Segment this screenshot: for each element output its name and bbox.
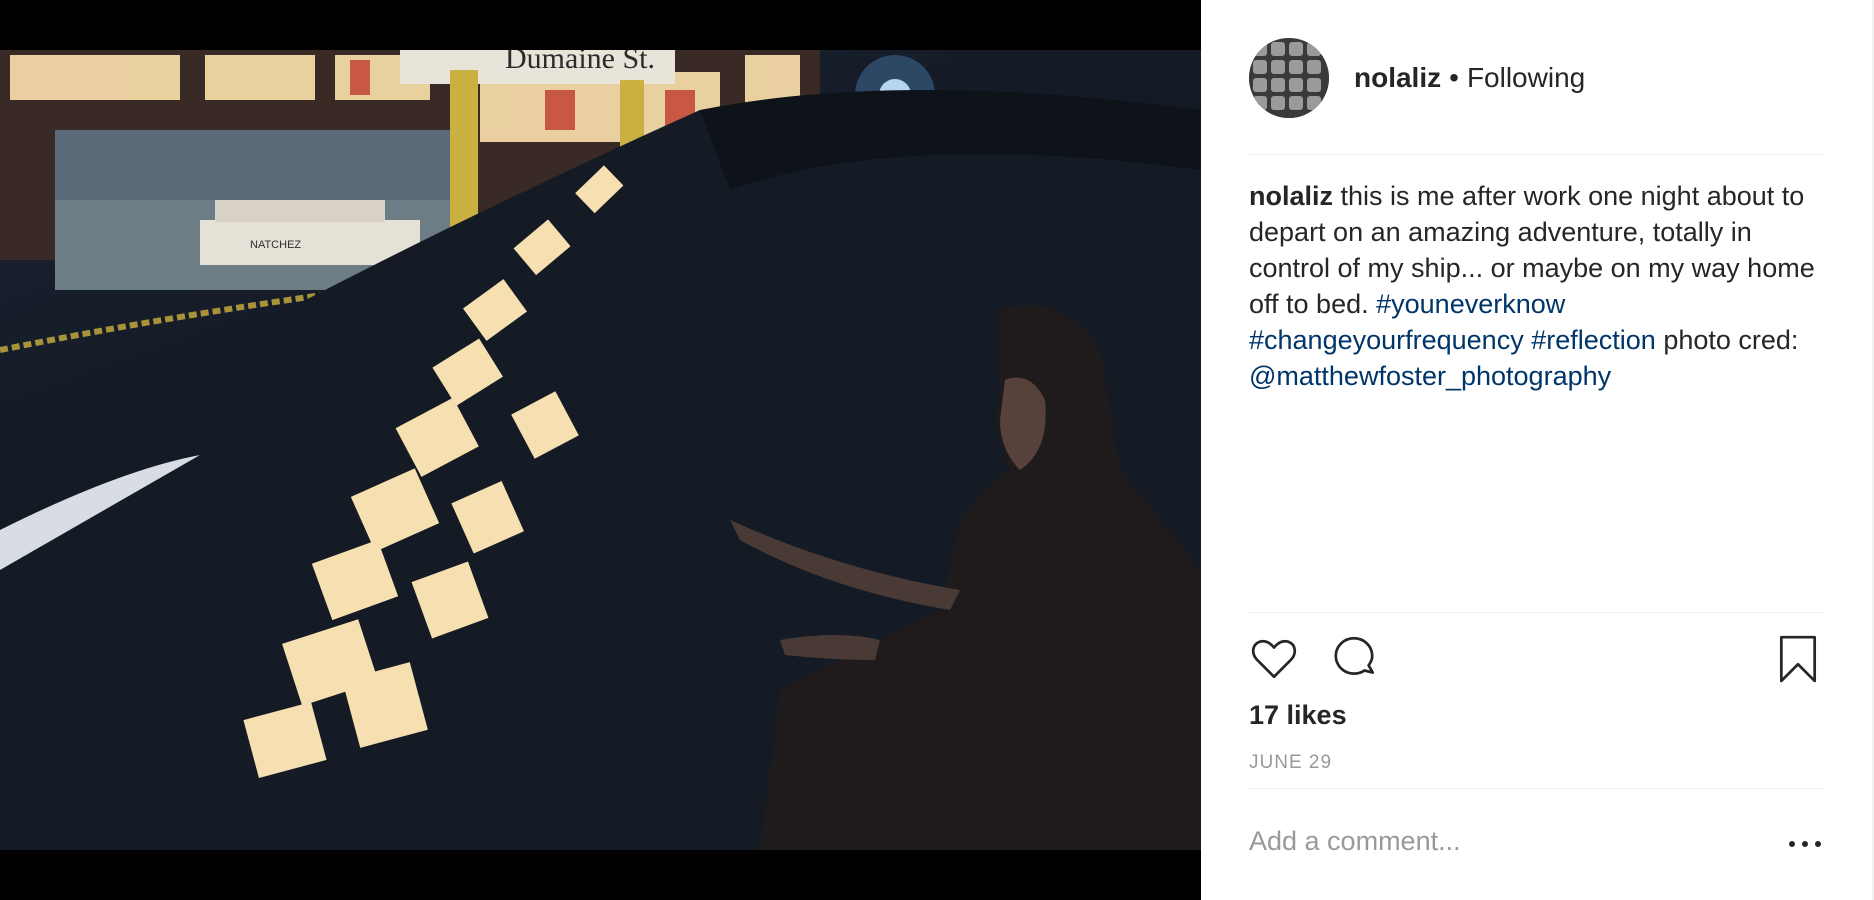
post-date[interactable]: JUNE 29 xyxy=(1249,752,1332,774)
save-button[interactable] xyxy=(1773,633,1825,685)
like-button[interactable] xyxy=(1249,633,1301,685)
header-separator: • xyxy=(1449,62,1459,93)
post-actions xyxy=(1249,633,1825,685)
boat-name-text: NATCHEZ xyxy=(250,239,301,251)
comment-input[interactable] xyxy=(1249,826,1749,857)
hashtag-link-changeyourfrequency[interactable]: #changeyourfrequency xyxy=(1249,325,1524,355)
instagram-post-modal: Dumaine St. NATCHEZ nolaliz • Following … xyxy=(0,0,1874,900)
post-header: nolaliz • Following xyxy=(1249,38,1825,118)
header-username[interactable]: nolaliz xyxy=(1354,62,1441,94)
comment-box xyxy=(1249,826,1825,866)
post-caption: nolaliz this is me after work one night … xyxy=(1249,178,1829,394)
comment-divider xyxy=(1249,788,1825,789)
caption-text-credit: photo cred: xyxy=(1663,325,1799,355)
hashtag-link-reflection[interactable]: #reflection xyxy=(1531,325,1656,355)
header-user-info: nolaliz • Following xyxy=(1354,62,1585,94)
night-reflection-photo: Dumaine St. NATCHEZ xyxy=(0,50,1201,850)
caption-username[interactable]: nolaliz xyxy=(1249,181,1333,211)
header-divider xyxy=(1249,154,1825,155)
likes-count[interactable]: 17 likes xyxy=(1249,700,1347,731)
comment-button[interactable] xyxy=(1329,633,1381,685)
following-button[interactable]: Following xyxy=(1467,62,1585,94)
mention-link-photographer[interactable]: @matthewfoster_photography xyxy=(1249,361,1611,391)
post-details-panel: nolaliz • Following nolaliz this is me a… xyxy=(1201,0,1874,900)
more-horizontal-icon xyxy=(1789,841,1821,847)
avatar-pattern-icon xyxy=(1249,38,1329,118)
bookmark-icon xyxy=(1779,635,1817,683)
post-photo[interactable]: Dumaine St. NATCHEZ xyxy=(0,50,1201,850)
heart-icon xyxy=(1251,640,1297,679)
post-media[interactable]: Dumaine St. NATCHEZ xyxy=(0,0,1201,900)
more-options-button[interactable] xyxy=(1785,832,1825,856)
hashtag-link-youneverknow[interactable]: #youneverknow xyxy=(1376,289,1565,319)
actions-divider xyxy=(1249,612,1825,613)
street-sign-text: Dumaine St. xyxy=(505,50,655,75)
speech-bubble-icon xyxy=(1334,636,1375,675)
avatar[interactable] xyxy=(1249,38,1329,118)
